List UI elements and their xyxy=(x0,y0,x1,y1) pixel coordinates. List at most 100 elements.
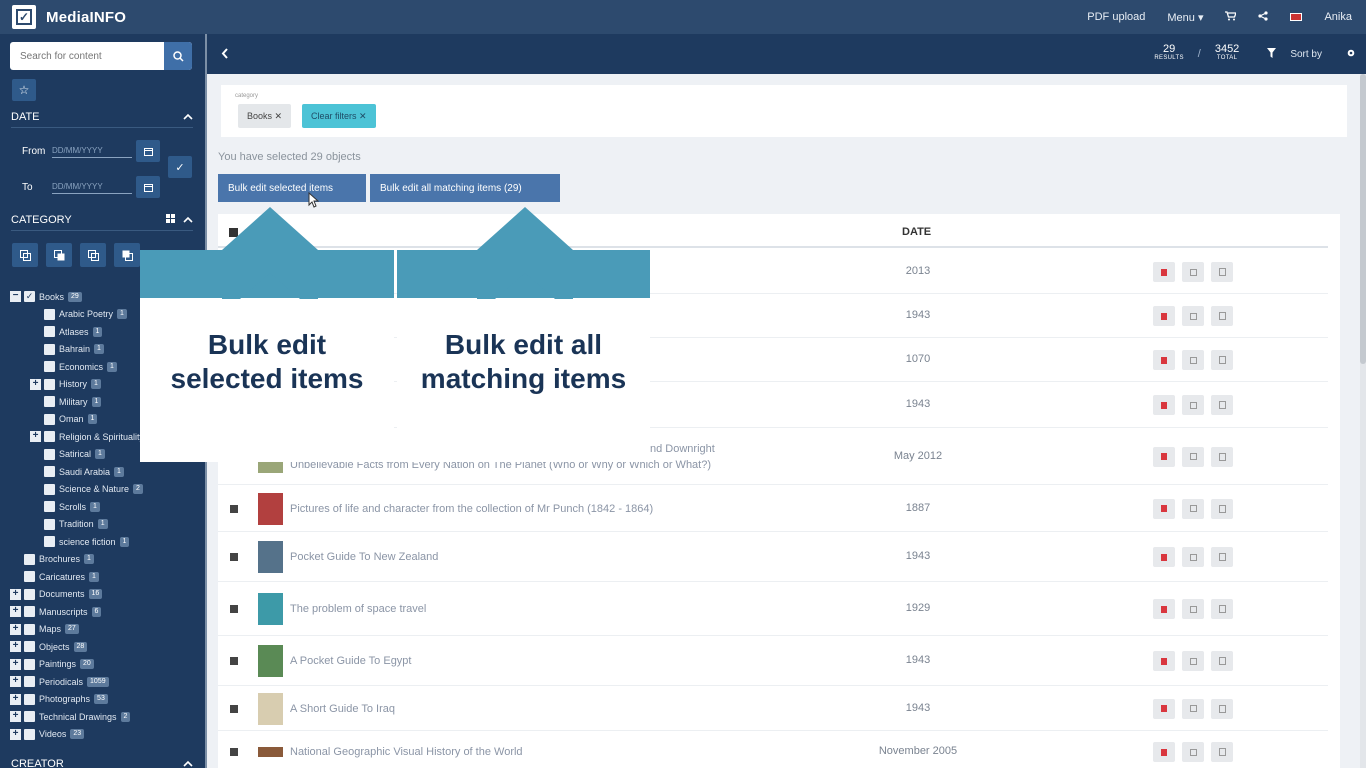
category-checkbox[interactable] xyxy=(44,501,55,513)
category-tree-item[interactable]: Brochures 1 xyxy=(10,551,200,569)
document-copy-icon[interactable] xyxy=(1211,698,1233,719)
edit-pencil-icon[interactable] xyxy=(1182,698,1204,719)
category-checkbox[interactable] xyxy=(24,623,35,635)
chevron-left-icon[interactable] xyxy=(221,46,229,62)
document-copy-icon[interactable] xyxy=(1211,350,1233,370)
category-checkbox[interactable] xyxy=(44,308,55,320)
page-scrollbar-thumb[interactable] xyxy=(1360,74,1366,364)
expand-plus-icon[interactable]: + xyxy=(10,641,21,653)
pdf-upload-link[interactable]: PDF upload xyxy=(1087,11,1145,23)
document-copy-icon[interactable] xyxy=(1211,599,1233,619)
date-to-field[interactable]: DD/MM/YYYY xyxy=(52,180,132,194)
table-row[interactable]: National Geographic Visual History of th… xyxy=(218,731,1328,768)
sort-by-button[interactable]: Sort by xyxy=(1290,49,1322,60)
category-checkbox[interactable] xyxy=(24,693,35,705)
item-title[interactable]: A Pocket Guide To Egypt xyxy=(290,653,810,669)
category-tree-item[interactable]: + Manuscripts 6 xyxy=(10,603,200,621)
expand-plus-icon[interactable]: + xyxy=(10,623,21,635)
expand-plus-icon[interactable]: + xyxy=(10,711,21,723)
brand[interactable]: ✓ MediaINFO xyxy=(0,5,205,29)
category-checkbox[interactable] xyxy=(44,536,55,548)
expand-plus-icon[interactable]: + xyxy=(30,378,41,390)
apply-date-check-icon[interactable]: ✓ xyxy=(168,156,192,178)
edit-pencil-icon[interactable] xyxy=(1182,651,1204,671)
category-tree-item[interactable]: + Documents 16 xyxy=(10,586,200,604)
category-checkbox[interactable] xyxy=(24,553,35,565)
filter-icon[interactable] xyxy=(1267,47,1277,61)
category-checkbox[interactable]: ✓ xyxy=(24,291,35,303)
category-checkbox[interactable] xyxy=(24,588,35,600)
category-tree-item[interactable]: + Videos 23 xyxy=(10,726,200,744)
table-row[interactable]: The problem of space travel 1929 xyxy=(218,582,1328,636)
edit-pencil-icon[interactable] xyxy=(1182,599,1204,619)
category-checkbox[interactable] xyxy=(44,518,55,530)
document-copy-icon[interactable] xyxy=(1211,306,1233,326)
category-checkbox[interactable] xyxy=(44,431,55,443)
creator-section-header[interactable]: CREATOR xyxy=(11,758,193,768)
item-thumbnail[interactable] xyxy=(258,541,283,573)
item-thumbnail[interactable] xyxy=(258,593,283,625)
category-checkbox[interactable] xyxy=(24,728,35,740)
category-checkbox[interactable] xyxy=(44,361,55,373)
item-title[interactable]: The problem of space travel xyxy=(290,601,810,617)
bulk-edit-selected-button[interactable]: Bulk edit selected items xyxy=(218,174,366,202)
category-section-header[interactable]: CATEGORY xyxy=(11,214,193,231)
document-copy-icon[interactable] xyxy=(1211,262,1233,282)
edit-pencil-icon[interactable] xyxy=(1182,395,1204,415)
category-checkbox[interactable] xyxy=(24,571,35,583)
expand-all-icon[interactable] xyxy=(80,243,106,267)
user-menu[interactable]: Anika xyxy=(1324,11,1352,23)
category-checkbox[interactable] xyxy=(44,448,55,460)
category-checkbox[interactable] xyxy=(44,483,55,495)
edit-pencil-icon[interactable] xyxy=(1182,306,1204,326)
category-tree-item[interactable]: + Maps 27 xyxy=(10,621,200,639)
category-checkbox[interactable] xyxy=(24,606,35,618)
category-checkbox[interactable] xyxy=(44,396,55,408)
cart-icon[interactable] xyxy=(1225,10,1238,24)
delete-trash-icon[interactable] xyxy=(1153,395,1175,415)
document-copy-icon[interactable] xyxy=(1211,395,1233,415)
table-row[interactable]: Pictures of life and character from the … xyxy=(218,485,1328,532)
delete-trash-icon[interactable] xyxy=(1153,446,1175,467)
category-checkbox[interactable] xyxy=(24,676,35,688)
item-title[interactable]: National Geographic Visual History of th… xyxy=(290,744,810,760)
row-checkbox[interactable] xyxy=(230,704,238,713)
table-row[interactable]: A Short Guide To Iraq 1943 xyxy=(218,686,1328,731)
edit-pencil-icon[interactable] xyxy=(1182,262,1204,282)
select-all-icon[interactable] xyxy=(12,243,38,267)
deselect-all-icon[interactable] xyxy=(46,243,72,267)
edit-pencil-icon[interactable] xyxy=(1182,498,1204,519)
category-tree-item[interactable]: + Periodicals 1059 xyxy=(10,673,200,691)
language-flag-icon[interactable] xyxy=(1290,13,1303,21)
calendar-icon[interactable] xyxy=(136,176,160,198)
category-checkbox[interactable] xyxy=(24,658,35,670)
expand-plus-icon[interactable]: + xyxy=(10,676,21,688)
favorites-star-icon[interactable]: ☆ xyxy=(12,79,36,101)
document-copy-icon[interactable] xyxy=(1211,446,1233,467)
search-input[interactable] xyxy=(10,42,164,70)
item-thumbnail[interactable] xyxy=(258,692,283,725)
delete-trash-icon[interactable] xyxy=(1153,306,1175,326)
date-section-header[interactable]: DATE xyxy=(11,111,193,128)
edit-pencil-icon[interactable] xyxy=(1182,350,1204,370)
item-thumbnail[interactable] xyxy=(258,645,283,677)
category-tree-item[interactable]: Scrolls 1 xyxy=(10,498,200,516)
category-tree-item[interactable]: + Objects 28 xyxy=(10,638,200,656)
row-checkbox[interactable] xyxy=(230,657,238,665)
item-thumbnail[interactable] xyxy=(258,747,283,757)
books-filter-chip[interactable]: Books ✕ xyxy=(238,104,292,128)
category-checkbox[interactable] xyxy=(44,343,55,355)
item-thumbnail[interactable] xyxy=(258,492,283,525)
document-copy-icon[interactable] xyxy=(1211,547,1233,567)
delete-trash-icon[interactable] xyxy=(1153,742,1175,762)
delete-trash-icon[interactable] xyxy=(1153,698,1175,719)
category-checkbox[interactable] xyxy=(24,711,35,723)
expand-plus-icon[interactable]: + xyxy=(30,431,41,443)
page-scrollbar[interactable] xyxy=(1360,74,1366,768)
expand-plus-icon[interactable]: + xyxy=(10,606,21,618)
collapse-all-icon[interactable] xyxy=(114,243,140,267)
category-tree-item[interactable]: Science & Nature 2 xyxy=(10,481,200,499)
expand-plus-icon[interactable]: + xyxy=(10,728,21,740)
gear-icon[interactable] xyxy=(1346,48,1356,61)
expand-plus-icon[interactable]: + xyxy=(10,658,21,670)
